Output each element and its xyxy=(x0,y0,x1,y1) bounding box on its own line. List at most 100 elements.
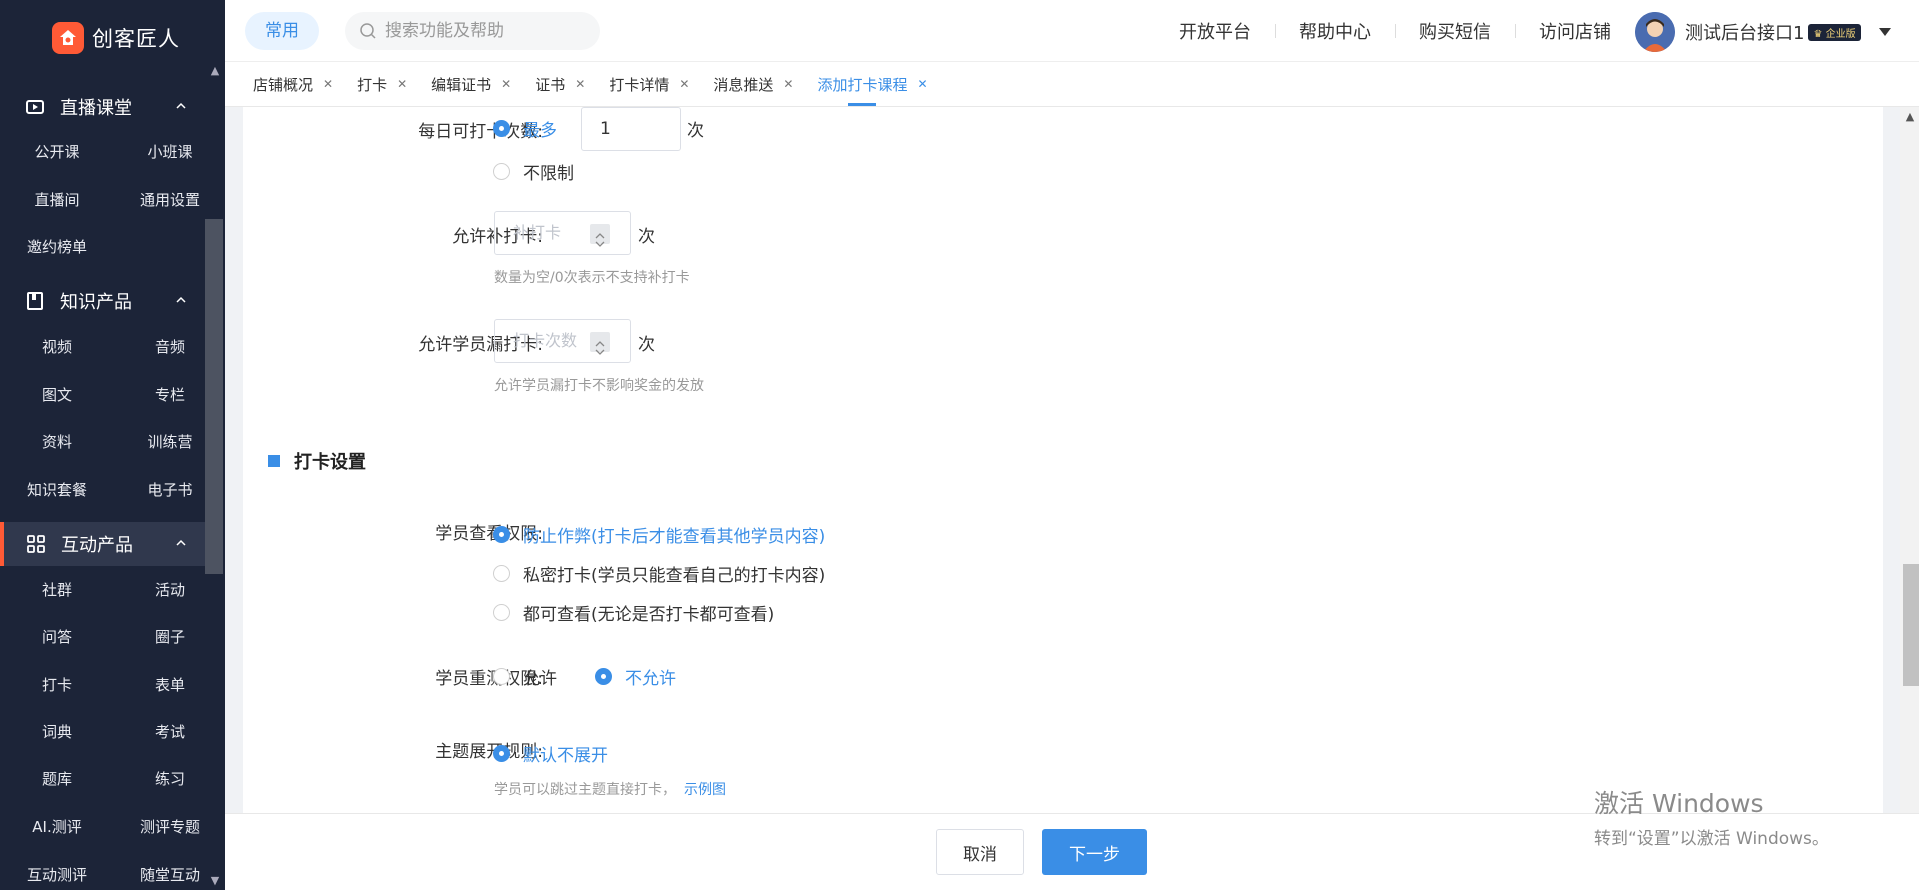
enterprise-badge: ♛ 企业版 xyxy=(1808,23,1861,41)
main-form: 每日可打卡次数: 最多 1 次 不限制 允许补打卡: 补打卡 次 数量为空/0次… xyxy=(243,107,1883,813)
view-option-anticheat-radio[interactable] xyxy=(493,526,510,543)
topic-collapse-radio[interactable] xyxy=(493,745,510,762)
sidebar-item-community[interactable]: 社群 xyxy=(7,575,107,605)
sidebar-group-live[interactable]: 直播课堂 xyxy=(0,85,206,129)
view-option-private[interactable]: 私密打卡(学员只能查看自己的打卡内容) xyxy=(523,561,825,586)
scroll-up-icon[interactable]: ▲ xyxy=(208,64,222,78)
common-button[interactable]: 常用 xyxy=(245,12,319,50)
missed-placeholder: 打卡次数 xyxy=(513,331,578,350)
sidebar-item-interactive-assess[interactable]: 互动测评 xyxy=(7,860,107,890)
sidebar-item-class-interact[interactable]: 随堂互动 xyxy=(120,860,220,890)
tab-certificate[interactable]: 证书 ✕ xyxy=(535,62,585,107)
sidebar-item-ai-assess[interactable]: AI.测评 xyxy=(7,812,107,842)
stepper-arrows-icon[interactable] xyxy=(590,332,610,355)
top-links: 开放平台 帮助中心 购买短信 访问店铺 xyxy=(1155,0,1635,62)
user-menu[interactable]: 测试后台接口1 ♛ 企业版 xyxy=(1635,12,1891,52)
sidebar-item-practice[interactable]: 练习 xyxy=(120,764,220,794)
sidebar-item-invite-rank[interactable]: 邀约榜单 xyxy=(27,232,87,262)
retest-allow-label[interactable]: 允许 xyxy=(523,664,557,689)
missed-stepper[interactable]: 打卡次数 xyxy=(494,319,631,363)
sidebar-item-dictionary[interactable]: 词典 xyxy=(7,717,107,747)
sidebar-group-interactive[interactable]: 互动产品 xyxy=(0,522,206,566)
sidebar: 创客匠人 直播课堂 公开课 小班课 直播间 通用设置 邀约榜单 知识产品 视频 … xyxy=(0,0,225,890)
close-icon[interactable]: ✕ xyxy=(917,77,927,91)
close-icon[interactable]: ✕ xyxy=(575,77,585,91)
sidebar-item-video[interactable]: 视频 xyxy=(7,332,107,362)
next-step-button[interactable]: 下一步 xyxy=(1042,829,1147,875)
section-marker xyxy=(268,455,280,467)
close-icon[interactable]: ✕ xyxy=(501,77,511,91)
chevron-up-icon xyxy=(176,296,186,303)
help-center-link[interactable]: 帮助中心 xyxy=(1275,18,1395,44)
caret-down-icon[interactable] xyxy=(1878,28,1891,36)
view-option-private-radio[interactable] xyxy=(493,565,510,582)
sidebar-item-exam[interactable]: 考试 xyxy=(120,717,220,747)
sidebar-item-article[interactable]: 图文 xyxy=(7,380,107,410)
tab-message-push[interactable]: 消息推送 ✕ xyxy=(713,62,793,107)
retest-allow-radio[interactable] xyxy=(493,668,510,685)
daily-count-input[interactable]: 1 xyxy=(581,107,681,151)
daily-unlimited-label[interactable]: 不限制 xyxy=(523,159,574,184)
tab-label: 店铺概况 xyxy=(253,75,314,94)
close-icon[interactable]: ✕ xyxy=(323,77,333,91)
sidebar-item-live-room[interactable]: 直播间 xyxy=(7,185,107,215)
scroll-down-icon[interactable]: ▼ xyxy=(208,874,222,888)
example-image-link[interactable]: 示例图 xyxy=(684,782,726,798)
avatar xyxy=(1635,12,1675,52)
sidebar-item-assess-topic[interactable]: 测评专题 xyxy=(120,812,220,842)
close-icon[interactable]: ✕ xyxy=(783,77,793,91)
retest-deny-label[interactable]: 不允许 xyxy=(625,664,676,689)
daily-most-radio[interactable] xyxy=(493,120,510,137)
sidebar-scroll-thumb[interactable] xyxy=(205,219,223,574)
sidebar-item-form[interactable]: 表单 xyxy=(120,670,220,700)
cancel-button[interactable]: 取消 xyxy=(936,829,1024,875)
makeup-stepper[interactable]: 补打卡 xyxy=(494,211,631,255)
windows-activation-watermark: 激活 Windows 转到“设置”以激活 Windows。 xyxy=(1594,784,1829,849)
logo-text: 创客匠人 xyxy=(92,26,180,51)
sidebar-item-general-settings[interactable]: 通用设置 xyxy=(120,185,220,215)
scroll-up-icon[interactable]: ▲ xyxy=(1903,110,1917,123)
sidebar-item-event[interactable]: 活动 xyxy=(120,575,220,605)
view-option-all-radio[interactable] xyxy=(493,604,510,621)
buy-sms-link[interactable]: 购买短信 xyxy=(1395,18,1515,44)
visit-store-link[interactable]: 访问店铺 xyxy=(1515,18,1635,44)
sidebar-scrollbar[interactable]: ▲ ▼ xyxy=(205,62,225,890)
logo[interactable]: 创客匠人 xyxy=(0,0,225,75)
search-box[interactable] xyxy=(345,12,600,50)
tab-add-checkin-course[interactable]: 添加打卡课程 ✕ xyxy=(817,62,928,107)
sidebar-item-qa[interactable]: 问答 xyxy=(7,622,107,652)
sidebar-item-material[interactable]: 资料 xyxy=(7,427,107,457)
tab-store-overview[interactable]: 店铺概况 ✕ xyxy=(253,62,333,107)
daily-unlimited-radio[interactable] xyxy=(493,163,510,180)
tab-label: 添加打卡课程 xyxy=(817,75,908,94)
search-input[interactable] xyxy=(385,21,575,41)
tab-label: 证书 xyxy=(535,75,566,94)
close-icon[interactable]: ✕ xyxy=(397,77,407,91)
sidebar-item-circle[interactable]: 圈子 xyxy=(120,622,220,652)
sidebar-item-question-bank[interactable]: 题库 xyxy=(7,764,107,794)
live-video-icon xyxy=(26,98,44,116)
sidebar-group-label: 直播课堂 xyxy=(60,98,132,119)
close-icon[interactable]: ✕ xyxy=(679,77,689,91)
sidebar-item-public-class[interactable]: 公开课 xyxy=(7,137,107,167)
open-platform-link[interactable]: 开放平台 xyxy=(1155,18,1275,44)
view-option-all[interactable]: 都可查看(无论是否打卡都可查看) xyxy=(523,600,774,625)
retest-deny-radio[interactable] xyxy=(595,668,612,685)
topic-collapse-label[interactable]: 默认不展开 xyxy=(523,741,608,766)
tab-checkin-detail[interactable]: 打卡详情 ✕ xyxy=(609,62,689,107)
sidebar-group-knowledge[interactable]: 知识产品 xyxy=(0,279,206,323)
stepper-arrows-icon[interactable] xyxy=(590,224,610,247)
main-scrollbar[interactable]: ▲ xyxy=(1900,107,1919,813)
daily-most-label[interactable]: 最多 xyxy=(523,116,557,141)
tab-checkin[interactable]: 打卡 ✕ xyxy=(357,62,407,107)
tab-edit-certificate[interactable]: 编辑证书 ✕ xyxy=(431,62,511,107)
view-option-anticheat[interactable]: 防止作弊(打卡后才能查看其他学员内容) xyxy=(523,522,825,547)
chevron-up-icon xyxy=(176,539,186,546)
sidebar-item-small-class[interactable]: 小班课 xyxy=(120,137,220,167)
daily-unit: 次 xyxy=(687,121,704,141)
chevron-up-icon xyxy=(176,102,186,109)
sidebar-item-bundle[interactable]: 知识套餐 xyxy=(27,475,87,505)
main-scroll-thumb[interactable] xyxy=(1903,564,1919,686)
tab-label: 打卡详情 xyxy=(609,75,670,94)
sidebar-item-checkin[interactable]: 打卡 xyxy=(7,670,107,700)
